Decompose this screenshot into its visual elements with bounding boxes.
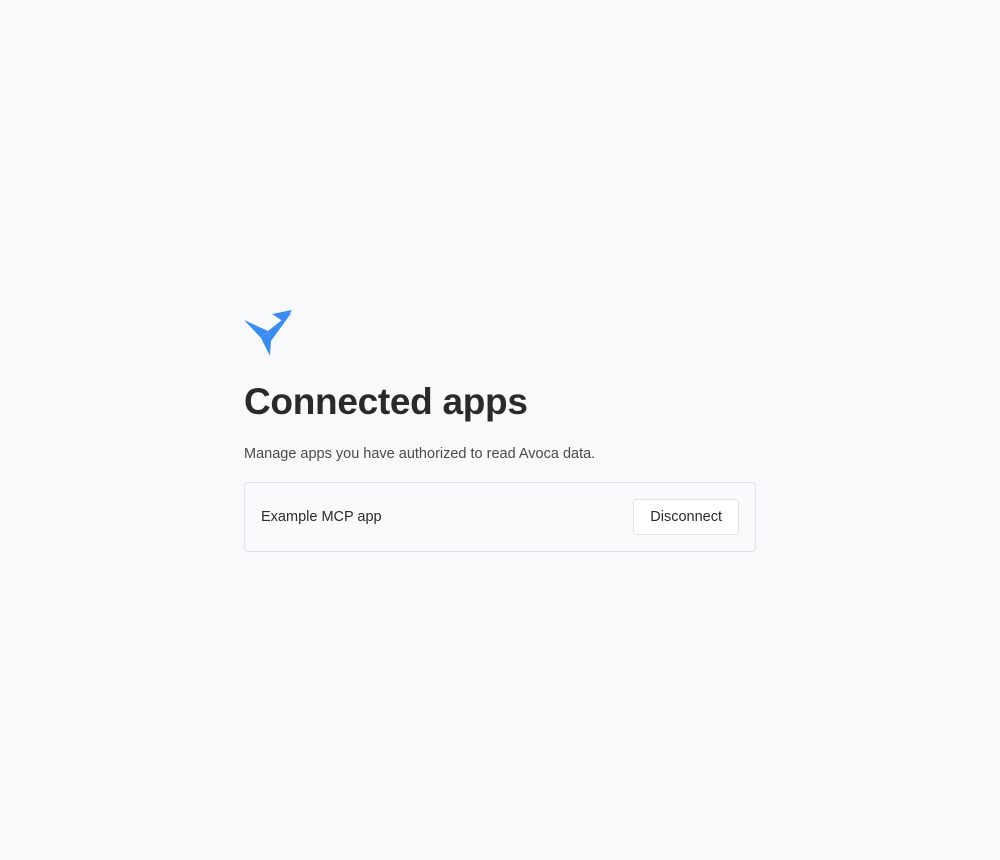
page-title: Connected apps [244, 381, 528, 422]
connected-apps-page: Connected apps Manage apps you have auth… [0, 0, 1000, 860]
avoca-logo-icon [244, 310, 292, 356]
app-name: Example MCP app [261, 508, 382, 525]
disconnect-button[interactable]: Disconnect [633, 498, 739, 535]
connected-app-row: Example MCP app Disconnect [244, 481, 756, 552]
page-subtitle: Manage apps you have authorized to read … [244, 446, 596, 463]
main-content: Connected apps Manage apps you have auth… [244, 308, 756, 552]
